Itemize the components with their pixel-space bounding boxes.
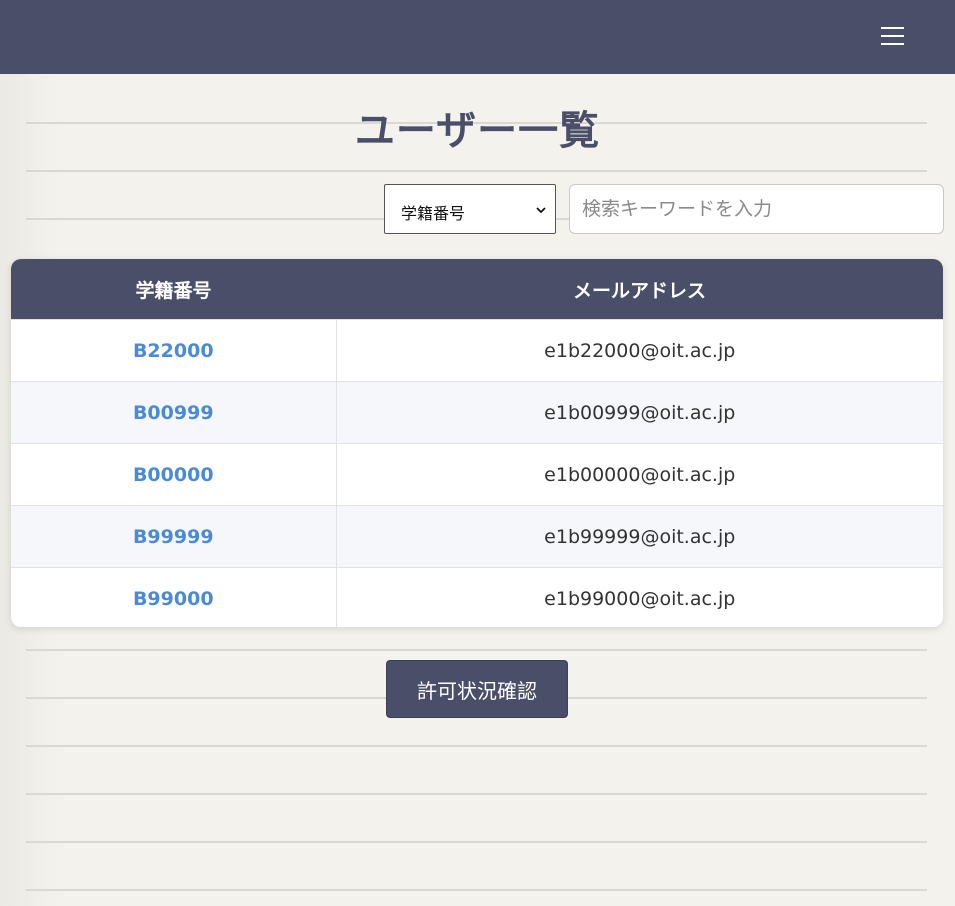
page-title: ユーザー一覧 [354, 108, 601, 154]
hamburger-menu-icon[interactable] [872, 20, 912, 52]
student-id-cell: B22000 [11, 319, 337, 382]
student-id-cell: B99000 [11, 567, 337, 627]
student-id-link[interactable]: B00000 [133, 464, 214, 486]
table-row: B00000 e1b00000@oit.ac.jp [11, 443, 943, 506]
student-id-link[interactable]: B99000 [133, 588, 214, 610]
student-id-link[interactable]: B22000 [133, 340, 214, 362]
table-row: B99999 e1b99999@oit.ac.jp [11, 505, 943, 568]
column-header-email: メールアドレス [336, 259, 943, 320]
table-row: B22000 e1b22000@oit.ac.jp [11, 319, 943, 382]
email-cell: e1b99999@oit.ac.jp [336, 505, 943, 568]
email-cell: e1b00000@oit.ac.jp [336, 443, 943, 506]
table-row: B99000 e1b99000@oit.ac.jp [11, 567, 943, 627]
email-cell: e1b00999@oit.ac.jp [336, 381, 943, 444]
search-field-selected-value: 学籍番号 [401, 204, 466, 223]
student-id-cell: B00000 [11, 443, 337, 506]
search-keyword-input[interactable] [569, 184, 944, 234]
table-row: B00999 e1b00999@oit.ac.jp [11, 381, 943, 444]
column-header-student-id: 学籍番号 [11, 259, 336, 320]
search-field-select[interactable]: 学籍番号 [384, 184, 556, 234]
email-cell: e1b22000@oit.ac.jp [336, 319, 943, 382]
student-id-link[interactable]: B99999 [133, 526, 214, 548]
table-header-row: 学籍番号 メールアドレス [11, 259, 943, 320]
permission-status-check-button[interactable]: 許可状況確認 [386, 660, 568, 718]
chevron-down-icon [536, 207, 546, 214]
top-navigation-bar [0, 0, 955, 74]
user-table: 学籍番号 メールアドレス B22000 e1b22000@oit.ac.jp B… [11, 259, 943, 627]
student-id-cell: B00999 [11, 381, 337, 444]
user-table-card: 学籍番号 メールアドレス B22000 e1b22000@oit.ac.jp B… [11, 259, 943, 627]
email-cell: e1b99000@oit.ac.jp [336, 567, 943, 627]
student-id-link[interactable]: B00999 [133, 402, 214, 424]
student-id-cell: B99999 [11, 505, 337, 568]
